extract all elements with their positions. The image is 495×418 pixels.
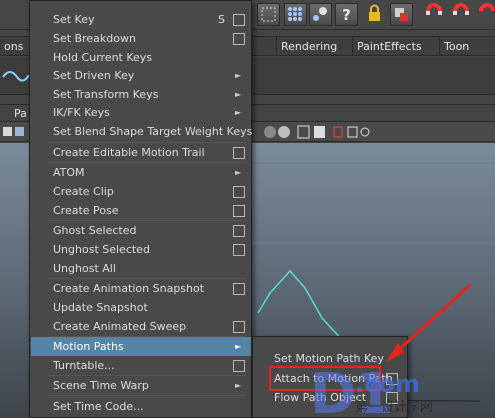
watermark-tagline: 第一设计学网 xyxy=(355,400,434,415)
annotation-arrow-icon xyxy=(386,283,472,362)
watermark-domain: .com xyxy=(355,370,420,398)
